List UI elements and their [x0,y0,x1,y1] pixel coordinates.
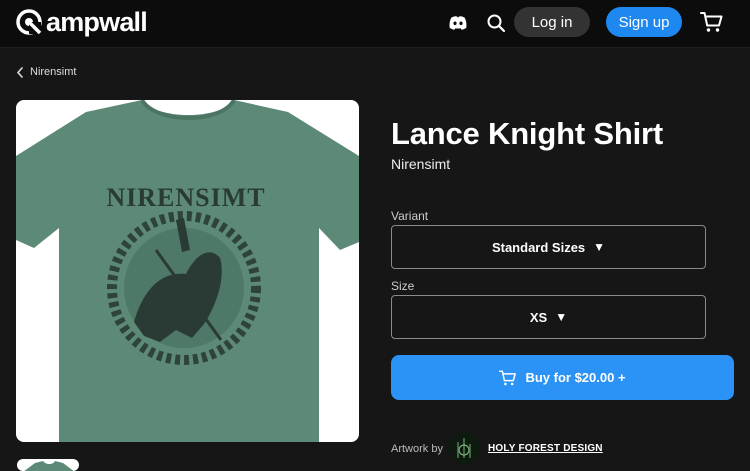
product-thumbnail[interactable] [17,459,79,471]
variant-select[interactable]: Standard Sizes ▼ [391,225,706,269]
buy-button[interactable]: Buy for $20.00 + [391,355,734,400]
product-artist-link[interactable]: Nirensimt [391,156,450,172]
breadcrumb-label: Nirensimt [30,66,77,78]
size-label: Size [391,279,415,293]
breadcrumb-back-link[interactable]: Nirensimt [16,66,76,78]
chevron-left-icon [16,66,23,78]
caret-down-icon: ▼ [593,240,606,254]
cart-icon[interactable] [700,10,724,34]
artwork-artist-avatar[interactable] [448,432,480,464]
avatar-image [448,432,480,464]
search-icon[interactable] [484,11,508,35]
cart-icon [499,370,517,385]
thumbnail-image [24,461,74,471]
tshirt-illustration: NIRENSIMT [16,100,359,442]
brand-name: ampwall [46,6,148,37]
artwork-by-label: Artwork by [391,443,443,455]
variant-value: Standard Sizes [491,239,586,255]
size-select[interactable]: XS ▼ [391,295,706,339]
discord-icon[interactable] [446,11,470,35]
login-button[interactable]: Log in [514,7,590,37]
signup-button[interactable]: Sign up [606,7,682,37]
ampwall-logo-icon [16,9,42,35]
variant-label: Variant [391,209,429,223]
product-image[interactable]: NIRENSIMT [16,100,359,442]
caret-down-icon: ▼ [555,310,568,324]
shirt-print-text: NIRENSIMT [106,183,265,212]
top-navigation-bar: ampwall Log in Sign up [0,0,750,48]
artwork-artist-link[interactable]: HOLY FOREST DESIGN [488,443,603,454]
buy-button-label: Buy for $20.00 + [525,370,626,385]
product-title: Lance Knight Shirt [391,116,663,151]
size-value: XS [529,309,548,325]
ampwall-logo[interactable]: ampwall [16,6,148,38]
